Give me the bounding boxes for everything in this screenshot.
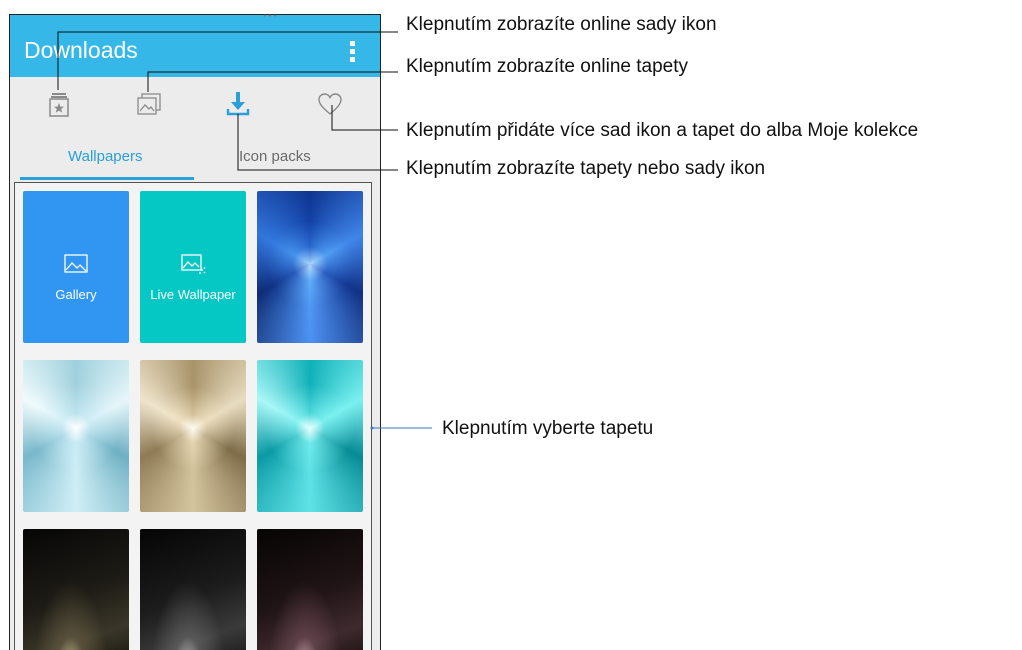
callout-favorites: Klepnutím přidáte více sad ikon a tapet … <box>406 120 919 141</box>
tab-wallpapers[interactable]: Wallpapers <box>68 148 142 165</box>
app-title: Downloads <box>24 37 138 63</box>
phone-screen: Downloads Wallpapers Icon packs Gallery … <box>9 14 381 650</box>
active-tab-indicator <box>20 177 194 180</box>
live-wallpaper-icon <box>180 253 206 275</box>
live-wallpaper-label: Live Wallpaper <box>150 287 236 302</box>
download-icon[interactable] <box>223 89 253 119</box>
gallery-label: Gallery <box>55 287 97 302</box>
wallpaper-thumbnail[interactable] <box>140 529 246 650</box>
wallpaper-thumbnail[interactable] <box>257 191 363 343</box>
callout-wallpapers: Klepnutím zobrazíte online tapety <box>406 56 689 77</box>
gallery-tile[interactable]: Gallery <box>23 191 129 343</box>
callout-select-wallpaper: Klepnutím vyberte tapetu <box>442 418 654 439</box>
gallery-image-icon <box>63 253 89 275</box>
wallpaper-thumbnail[interactable] <box>140 360 246 512</box>
callout-downloads: Klepnutím zobrazíte tapety nebo sady iko… <box>406 158 766 179</box>
app-bar: Downloads <box>10 15 380 77</box>
wallpaper-thumbnail[interactable] <box>23 529 129 650</box>
toolbar <box>10 77 380 131</box>
live-wallpaper-tile[interactable]: Live Wallpaper <box>140 191 246 343</box>
wallpaper-thumbnail[interactable] <box>23 360 129 512</box>
online-wallpapers-icon[interactable] <box>134 89 164 119</box>
wallpaper-thumbnail[interactable] <box>257 529 363 650</box>
overflow-menu-icon[interactable] <box>350 41 356 63</box>
icon-packs-icon[interactable] <box>46 89 76 119</box>
wallpaper-thumbnail[interactable] <box>257 360 363 512</box>
status-indicator-icon <box>264 14 276 17</box>
tab-bar: Wallpapers Icon packs <box>10 131 380 181</box>
tab-icon-packs[interactable]: Icon packs <box>239 148 311 165</box>
favorite-heart-icon[interactable] <box>315 89 345 119</box>
callout-icon-packs: Klepnutím zobrazíte online sady ikon <box>406 14 717 35</box>
wallpaper-grid: Gallery Live Wallpaper <box>14 182 372 650</box>
